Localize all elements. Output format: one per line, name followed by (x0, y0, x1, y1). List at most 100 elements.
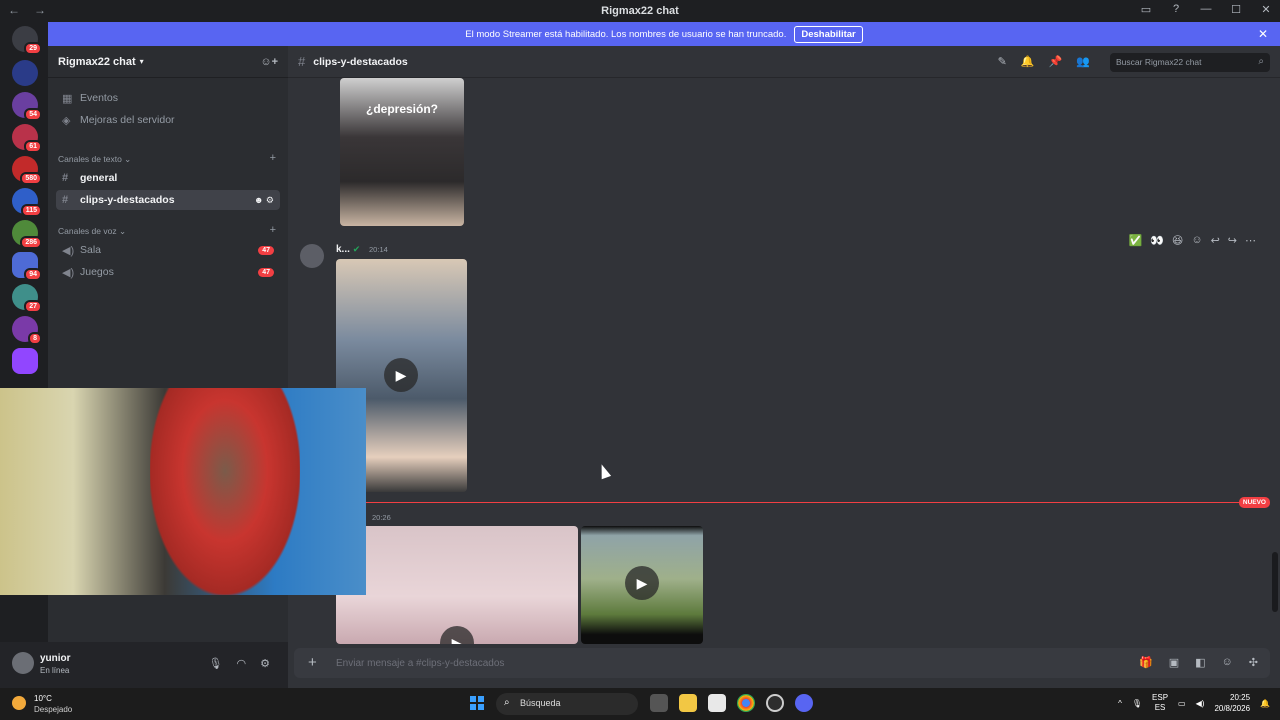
play-icon[interactable]: ▶ (440, 626, 474, 644)
server-icon[interactable]: 94 (12, 252, 42, 281)
clock-time: 20:25 (1230, 693, 1251, 702)
window-titlebar: ← → Rigmax22 chat ▭ ? — ☐ ✕ (0, 0, 1280, 22)
server-icon[interactable] (12, 60, 38, 86)
clock-date: 20/8/2026 (1214, 704, 1251, 713)
category-voice-channels[interactable]: Canales de voz ⌄ (58, 226, 126, 237)
system-tray: ^ 🎙 ESP ES ▭ ◀) 20:25 20/8/2026 🔔 (1118, 692, 1270, 714)
voice-channel-juegos[interactable]: ◀) Juegos 47 (56, 262, 280, 282)
invite-people-icon[interactable]: ☺+ (260, 56, 278, 68)
app-icon[interactable] (766, 694, 784, 712)
clock[interactable]: 20:25 20/8/2026 (1214, 692, 1250, 714)
server-icon[interactable]: 580 (12, 156, 42, 185)
search-input[interactable]: Buscar Rigmax22 chat ⌕ (1110, 53, 1270, 72)
search-icon: ⌕ (1258, 56, 1264, 67)
store-icon[interactable] (708, 694, 726, 712)
microphone-icon[interactable]: 🎙 (209, 657, 223, 670)
play-icon[interactable]: ▶ (384, 358, 418, 392)
attach-icon[interactable]: + (308, 654, 317, 671)
headphones-icon[interactable]: ◠ (237, 657, 247, 670)
add-reaction-icon[interactable]: ☺ (1191, 234, 1202, 247)
direct-messages-icon[interactable]: 29 (12, 26, 42, 55)
more-icon[interactable]: ⋯ (1245, 234, 1256, 247)
add-channel-icon[interactable]: + (270, 152, 276, 164)
composer-icons: 🎁 ▣ ◧ ☺ ✣ (1139, 656, 1258, 669)
twitch-server-icon[interactable] (12, 348, 38, 374)
video-attachment[interactable]: ▶ (336, 526, 578, 644)
server-icon[interactable]: 8 (12, 316, 42, 345)
gear-icon[interactable]: ⚙ (260, 657, 270, 670)
server-icon[interactable]: 286 (12, 220, 42, 249)
start-icon[interactable] (470, 696, 484, 710)
network-icon[interactable]: ▭ (1178, 699, 1186, 708)
maximize-icon[interactable]: ☐ (1228, 3, 1244, 16)
message-author[interactable]: k... (336, 244, 350, 255)
channel-clips-y-destacados[interactable]: # clips-y-destacados ☻ ⚙ (56, 190, 280, 210)
close-window-icon[interactable]: ✕ (1258, 3, 1274, 16)
keyboard-label: ES (1154, 703, 1166, 712)
sidebar-item-boosts[interactable]: ◈ Mejoras del servidor (56, 110, 280, 130)
apps-icon[interactable]: ✣ (1249, 656, 1258, 669)
unread-badge: 29 (24, 42, 42, 55)
avatar[interactable] (12, 652, 34, 674)
speaker-icon: ◀) (62, 244, 75, 257)
channel-general[interactable]: # general (56, 168, 280, 188)
server-icon[interactable]: 61 (12, 124, 42, 153)
hash-icon: # (298, 54, 306, 69)
language-label: ESP (1152, 693, 1169, 702)
sidebar-item-events[interactable]: ▦ Eventos (56, 88, 280, 108)
gif-icon[interactable]: ▣ (1169, 656, 1179, 669)
sidebar-item-label: Mejoras del servidor (80, 114, 175, 126)
chevron-up-icon[interactable]: ^ (1118, 699, 1122, 708)
eyes-reaction-icon[interactable]: 👀 (1150, 234, 1164, 247)
members-icon[interactable]: 👥 (1076, 55, 1090, 68)
pin-icon[interactable]: 📌 (1049, 55, 1063, 68)
threads-icon[interactable]: ✎ (998, 55, 1007, 68)
reply-icon[interactable]: ↩ (1211, 234, 1220, 247)
volume-icon[interactable]: ◀) (1196, 699, 1205, 708)
category-text-channels[interactable]: Canales de texto ⌄ (58, 154, 131, 165)
banner-text: El modo Streamer está habilitado. Los no… (465, 28, 787, 40)
check-reaction-icon[interactable]: ✅ (1128, 234, 1142, 247)
message-composer[interactable]: + Enviar mensaje a #clips-y-destacados 🎁… (294, 648, 1270, 678)
server-icon[interactable]: 54 (12, 92, 42, 121)
taskbar-search-label: Búsqueda (520, 698, 561, 708)
laugh-reaction-icon[interactable]: 😆 (1172, 234, 1183, 247)
settings-icon[interactable]: ☻ ⚙ (254, 195, 274, 206)
calendar-icon: ▦ (62, 92, 73, 105)
task-view-icon[interactable] (650, 694, 668, 712)
add-channel-icon[interactable]: + (270, 224, 276, 236)
channel-title: clips-y-destacados (313, 55, 408, 68)
channel-label: Juegos (80, 266, 114, 278)
video-attachment[interactable]: ¿depresión? (340, 78, 464, 226)
scrollbar[interactable] (1272, 552, 1278, 612)
disable-streamer-button[interactable]: Deshabilitar (794, 25, 863, 43)
banner-close-icon[interactable]: ✕ (1258, 27, 1268, 41)
taskbar-search[interactable]: ⌕ Búsqueda (496, 693, 638, 715)
hash-icon: # (62, 194, 69, 206)
user-status: En línea (40, 666, 70, 675)
server-icon[interactable]: 27 (12, 284, 42, 313)
chrome-icon[interactable] (737, 694, 755, 712)
gift-icon[interactable]: 🎁 (1139, 656, 1153, 669)
play-icon[interactable]: ▶ (625, 566, 659, 600)
minimize-icon[interactable]: — (1198, 3, 1214, 16)
file-explorer-icon[interactable] (679, 694, 697, 712)
help-icon[interactable]: ? (1168, 3, 1184, 16)
server-icon[interactable]: 115 (12, 188, 42, 217)
forward-icon[interactable]: ↪ (1228, 234, 1237, 247)
inbox-icon[interactable]: ▭ (1138, 3, 1154, 16)
bell-icon[interactable]: 🔔 (1021, 55, 1035, 68)
sticker-icon[interactable]: ◧ (1195, 656, 1205, 669)
emoji-icon[interactable]: ☺ (1222, 656, 1233, 669)
message-actions: ✅ 👀 😆 ☺ ↩ ↪ ⋯ (1128, 234, 1256, 247)
user-count-badge: 47 (258, 267, 274, 277)
language-indicator[interactable]: ESP ES (1152, 693, 1168, 713)
avatar[interactable] (300, 244, 324, 268)
message-time: 20:14 (369, 245, 388, 254)
voice-channel-sala[interactable]: ◀) Sala 47 (56, 240, 280, 260)
server-header[interactable]: Rigmax22 chat ▾ ☺+ (48, 46, 288, 78)
microphone-icon[interactable]: 🎙 (1132, 699, 1142, 708)
discord-icon[interactable] (795, 694, 813, 712)
notification-icon[interactable]: 🔔 (1260, 699, 1270, 708)
video-attachment[interactable]: ▶ (581, 526, 703, 644)
